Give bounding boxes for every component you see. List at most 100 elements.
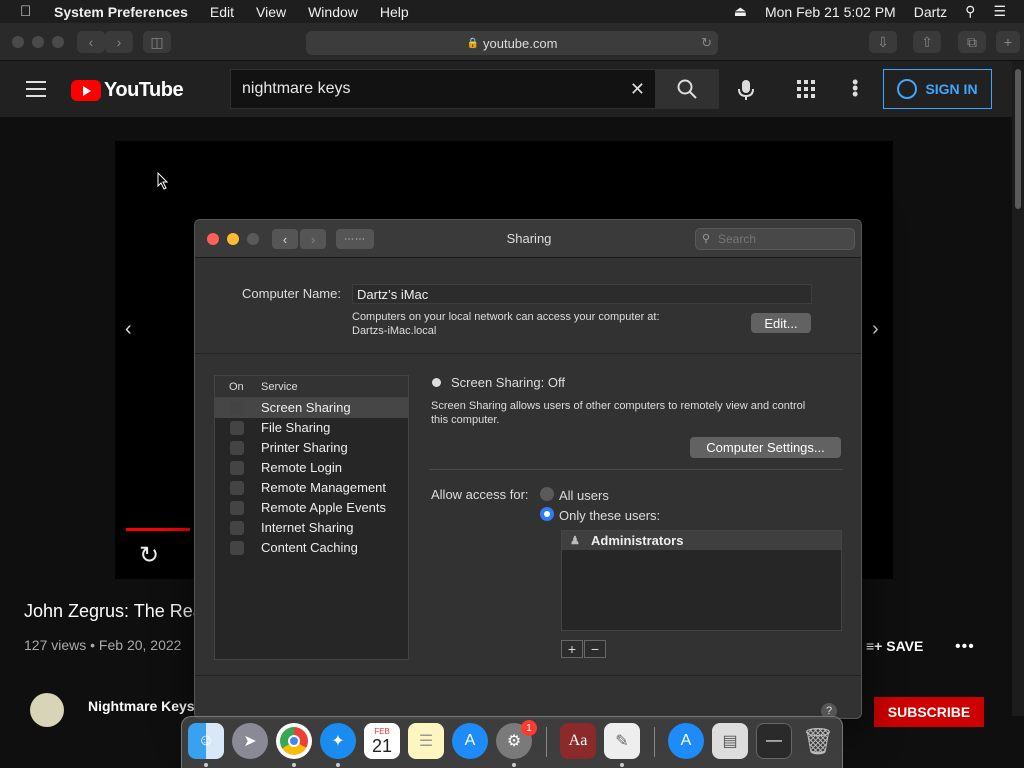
sign-in-button[interactable]: SIGN IN [883,69,992,109]
running-indicator [336,763,340,767]
save-button[interactable]: ≡+ SAVE [866,638,923,654]
user-list-item[interactable]: ♟ Administrators [562,531,841,550]
add-user-button[interactable]: + [561,640,583,658]
apps-grid-icon[interactable] [797,80,815,98]
window-zoom-button[interactable] [52,36,64,48]
menu-edit[interactable]: Edit [210,4,234,20]
computer-name-field[interactable]: Dartz’s iMac [352,284,812,304]
document-icon[interactable]: ▤ [712,723,748,759]
window-titlebar[interactable]: ‹ › ⋯⋯ Sharing ⚲ Search [195,220,861,258]
menu-help[interactable]: Help [380,4,409,20]
launchpad-icon[interactable]: ➤ [232,723,268,759]
system-preferences-icon[interactable]: ⚙ 1 [496,720,537,759]
service-row[interactable]: Content Caching [215,538,408,558]
service-checkbox[interactable] [230,521,244,535]
service-description: Screen Sharing allows users of other com… [431,399,805,427]
service-checkbox[interactable] [230,441,244,455]
service-checkbox[interactable] [230,461,244,475]
more-actions-icon[interactable]: ••• [955,638,975,656]
next-arrow-icon[interactable]: › [872,318,879,341]
eject-icon[interactable]: ⏏ [734,3,747,20]
channel-name[interactable]: Nightmare Keys [88,698,195,714]
chrome-window-icon[interactable]: — [756,723,792,759]
search-button[interactable] [655,69,719,109]
computer-settings-button[interactable]: Computer Settings... [690,437,841,458]
service-checkbox[interactable] [230,481,244,495]
subscribe-button[interactable]: SUBSCRIBE [874,697,984,727]
app-store-icon[interactable]: A [452,723,488,759]
safari-icon[interactable]: ✦ [320,723,356,759]
video-title: John Zegrus: The Rea [24,601,203,621]
menu-icon[interactable] [26,81,46,97]
address-bar[interactable]: 🔒 youtube.com ↻ [306,31,718,55]
menu-view[interactable]: View [256,4,286,20]
all-users-label[interactable]: All users [559,488,609,503]
dock: ☺ ➤ ✦ FEB 21 ☰ A ⚙ 1 Aa ✎ A ▤ — 🗑 [181,716,843,768]
all-users-radio[interactable] [540,487,554,501]
chrome-icon[interactable] [276,723,312,759]
dock-divider [654,727,655,757]
share-icon[interactable]: ⇧ [913,31,941,53]
control-center-icon[interactable]: ☰ [993,3,1006,20]
apple-menu-icon[interactable]:  [20,3,38,20]
service-row[interactable]: Remote Apple Events [215,498,408,518]
service-checkbox[interactable] [230,541,244,555]
microphone-icon[interactable] [736,79,756,101]
youtube-logo[interactable]: YouTube [71,79,184,102]
spotlight-icon[interactable]: ⚲ [965,3,975,20]
service-name: Screen Sharing [261,400,351,415]
service-name: Remote Apple Events [261,500,387,515]
divider [195,353,861,354]
textedit-icon[interactable]: ✎ [604,723,640,759]
menu-window[interactable]: Window [308,4,358,20]
search-input[interactable]: nightmare keys ✕ [230,69,656,109]
service-checkbox[interactable] [230,501,244,515]
back-icon[interactable]: ‹ [77,31,105,53]
only-these-users-radio[interactable] [540,507,554,521]
downloads-icon[interactable]: ⇩ [869,31,897,53]
service-row[interactable]: Screen Sharing [215,398,408,418]
edit-button[interactable]: Edit... [751,313,811,333]
page-scrollbar[interactable] [1012,61,1024,716]
search-icon [677,79,697,99]
finder-icon[interactable]: ☺ [188,723,224,759]
column-service: Service [261,381,298,393]
replay-icon[interactable]: ↻ [139,541,159,570]
reload-icon[interactable]: ↻ [701,35,712,51]
service-row[interactable]: Internet Sharing [215,518,408,538]
service-row[interactable]: Printer Sharing [215,438,408,458]
browser-toolbar: ‹ › ◫ 🔒 youtube.com ↻ ⇩ ⇧ ⧉ + [0,23,1024,61]
notes-icon[interactable]: ☰ [408,723,444,759]
tabs-icon[interactable]: ⧉ [958,31,986,53]
clear-icon[interactable]: ✕ [630,79,645,100]
service-name: Internet Sharing [261,520,354,535]
service-checkbox[interactable] [230,421,244,435]
video-progress-bar[interactable] [126,528,190,531]
service-row[interactable]: File Sharing [215,418,408,438]
previous-arrow-icon[interactable]: ‹ [125,318,132,341]
service-row[interactable]: Remote Login [215,458,408,478]
window-minimize-button[interactable] [32,36,44,48]
only-these-users-label[interactable]: Only these users: [559,508,660,523]
trash-icon[interactable]: 🗑 [800,723,836,759]
more-options-icon[interactable]: • • • [852,73,858,103]
new-tab-icon[interactable]: + [996,31,1020,53]
sidebar-icon[interactable]: ◫ [143,31,171,53]
menubar-user[interactable]: Dartz [914,4,947,20]
youtube-header: YouTube nightmare keys ✕ • • • SIGN IN [0,61,1012,117]
app-store-folder-icon[interactable]: A [668,723,704,759]
menubar-clock[interactable]: Mon Feb 21 5:02 PM [765,4,896,20]
forward-icon[interactable]: › [105,31,133,53]
calendar-icon[interactable]: FEB 21 [364,723,400,759]
channel-avatar[interactable] [30,693,64,727]
search-icon: ⚲ [702,233,711,245]
section-divider [429,469,843,470]
window-close-button[interactable] [12,36,24,48]
menu-app-name[interactable]: System Preferences [54,4,188,20]
remove-user-button[interactable]: − [584,640,606,658]
service-checkbox[interactable] [230,401,244,415]
service-row[interactable]: Remote Management [215,478,408,498]
preferences-search-field[interactable]: ⚲ Search [695,228,855,250]
scrollbar-thumb[interactable] [1015,69,1021,209]
dictionary-icon[interactable]: Aa [560,723,596,759]
